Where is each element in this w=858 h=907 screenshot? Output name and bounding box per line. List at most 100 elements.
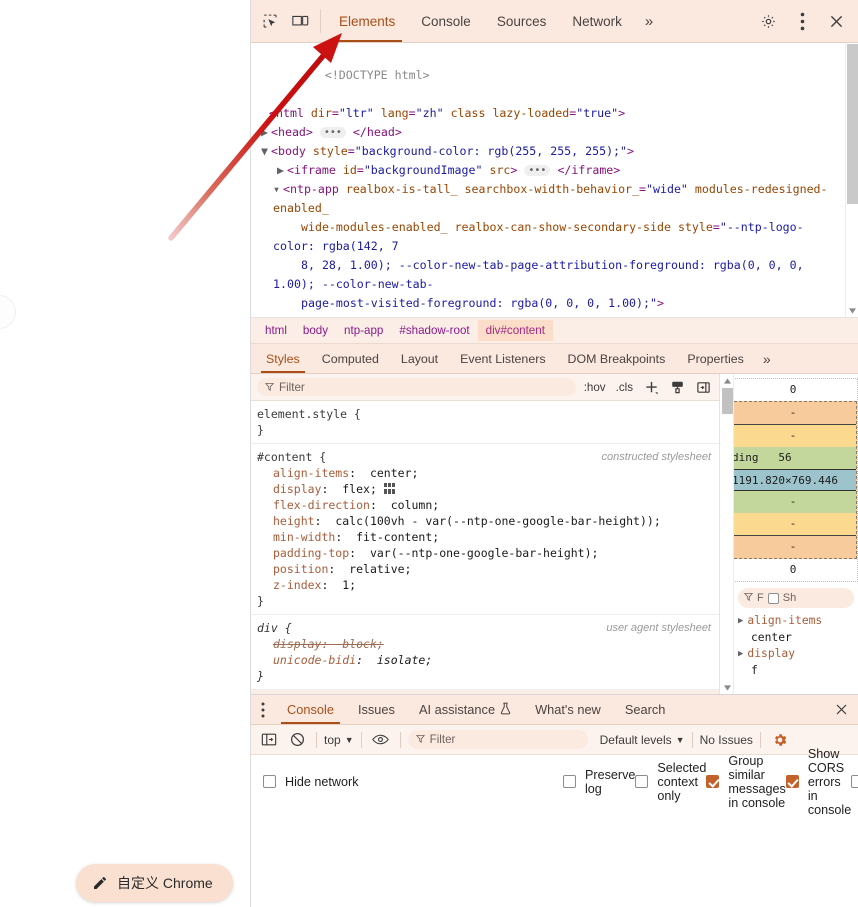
box-model-content[interactable]: ding 56 1191.820×769.446 -: [734, 447, 856, 513]
expand-triangle-icon[interactable]: ▶: [261, 123, 271, 142]
console-levels-selector[interactable]: Default levels ▼: [600, 733, 685, 747]
live-expression-icon[interactable]: [369, 729, 393, 751]
setting-selected-context-only[interactable]: Selected context only: [635, 767, 706, 796]
more-options-icon[interactable]: [786, 12, 818, 31]
setting-preserve-log[interactable]: Preserve log: [563, 767, 635, 796]
dom-line-html[interactable]: <html dir="ltr" lang="zh" class lazy-loa…: [251, 104, 845, 123]
customize-chrome-button[interactable]: 自定义 Chrome: [76, 864, 233, 902]
declaration-value[interactable]: var(--ntp-one-google-bar-height);: [370, 546, 598, 560]
show-all-checkbox[interactable]: [768, 593, 779, 604]
checkbox-hide-network[interactable]: [263, 775, 276, 788]
tab-styles[interactable]: Styles: [255, 344, 311, 373]
box-model[interactable]: 0 - - ding 56 1191.820×769.446 -: [734, 378, 858, 582]
expand-triangle-icon[interactable]: ▶: [738, 614, 743, 629]
rule-div-user-agent[interactable]: user agent stylesheet div { display: blo…: [251, 615, 719, 690]
checkbox-show-cors-errors[interactable]: [786, 775, 799, 788]
declaration-value[interactable]: column;: [391, 498, 439, 512]
flex-editor-icon[interactable]: [384, 483, 395, 494]
padding-top-hint[interactable]: -: [734, 425, 856, 447]
element-classes-icon[interactable]: [667, 380, 687, 395]
device-toolbar-icon[interactable]: [285, 0, 315, 42]
collapse-triangle-icon[interactable]: ▼: [261, 142, 271, 161]
box-model-margin[interactable]: 0 - - ding 56 1191.820×769.446 -: [734, 378, 858, 582]
styles-scrollbar[interactable]: [720, 374, 734, 694]
declaration-value[interactable]: flex;: [342, 482, 377, 496]
border-top-value[interactable]: -: [734, 402, 856, 424]
rule-selector-element-style[interactable]: element.style {: [257, 406, 711, 422]
breadcrumb-item-html[interactable]: html: [257, 320, 295, 341]
console-filter-input[interactable]: Filter: [408, 730, 588, 749]
declaration-min-width[interactable]: min-width: fit-content;: [257, 529, 711, 545]
checkbox-group-similar-messages[interactable]: [706, 775, 719, 788]
tab-properties[interactable]: Properties: [676, 344, 754, 373]
declaration-value[interactable]: isolate;: [377, 653, 432, 667]
hov-button[interactable]: :hov: [582, 381, 608, 394]
computed-properties-list[interactable]: ▶ align-items center ▶ display f: [734, 610, 858, 677]
drawer-tab-ai-assistance[interactable]: AI assistance: [407, 695, 523, 724]
dom-line-head[interactable]: ▶<head> ••• </head>: [251, 123, 845, 142]
collapse-triangle-icon[interactable]: ▼: [295, 313, 305, 317]
drawer-tab-search[interactable]: Search: [613, 695, 678, 724]
toggle-sidebar-icon[interactable]: [693, 380, 713, 395]
scroll-down-arrow-icon[interactable]: [720, 681, 734, 694]
margin-bottom-value[interactable]: 0: [734, 559, 857, 581]
dom-line-body[interactable]: ▼<body style="background-color: rgb(255,…: [251, 142, 845, 161]
declaration-value[interactable]: 1;: [342, 578, 356, 592]
dom-line-iframe[interactable]: ▶<iframe id="backgroundImage" src> ••• <…: [251, 161, 845, 180]
box-model-padding[interactable]: - ding 56 1191.820×769.446 - -: [734, 424, 856, 536]
computed-prop-display[interactable]: ▶ display f: [738, 647, 858, 677]
tab-elements[interactable]: Elements: [326, 0, 408, 42]
box-model-border[interactable]: - - ding 56 1191.820×769.446 - -: [734, 401, 857, 559]
styles-more-tabs-icon[interactable]: »: [755, 344, 779, 373]
declaration-value[interactable]: calc(100vh - var(--ntp-one-google-bar-he…: [335, 514, 660, 528]
checkbox-selected-context-only[interactable]: [635, 775, 648, 788]
declaration-value[interactable]: relative;: [349, 562, 411, 576]
tab-network[interactable]: Network: [559, 0, 635, 42]
declaration-height[interactable]: height: calc(100vh - var(--ntp-one-googl…: [257, 513, 711, 529]
expand-triangle-icon[interactable]: ▶: [738, 647, 743, 662]
tab-layout[interactable]: Layout: [390, 344, 449, 373]
tab-sources[interactable]: Sources: [484, 0, 560, 42]
more-tabs-icon[interactable]: »: [635, 0, 663, 42]
drawer-more-options-icon[interactable]: [251, 695, 275, 724]
cls-button[interactable]: .cls: [614, 381, 635, 394]
collapsed-content-icon[interactable]: •••: [524, 165, 550, 176]
css-rules-list[interactable]: element.style { } constructed stylesheet…: [251, 401, 719, 694]
box-model-diagram[interactable]: 0 - - ding 56 1191.820×769.446 -: [734, 374, 858, 582]
declaration-flex-direction[interactable]: flex-direction: column;: [257, 497, 711, 513]
declaration-display-overridden[interactable]: display: block;: [257, 636, 711, 652]
dom-line-shadow-root[interactable]: ▼#shadow-root (open): [251, 313, 845, 317]
margin-top-value[interactable]: 0: [734, 379, 857, 401]
content-size-value[interactable]: 1191.820×769.446: [734, 469, 856, 491]
clear-console-icon[interactable]: [285, 729, 309, 751]
console-issues-status[interactable]: No Issues: [700, 733, 753, 747]
tab-console[interactable]: Console: [408, 0, 484, 42]
collapse-triangle-icon[interactable]: ▾: [273, 180, 283, 199]
gear-icon[interactable]: [752, 13, 784, 30]
drawer-tab-whats-new[interactable]: What's new: [523, 695, 613, 724]
collapsed-content-icon[interactable]: •••: [320, 127, 346, 138]
setting-hide-network[interactable]: Hide network: [263, 767, 563, 796]
declaration-position[interactable]: position: relative;: [257, 561, 711, 577]
checkbox-preserve-log[interactable]: [563, 775, 576, 788]
scroll-up-arrow-icon[interactable]: [720, 374, 734, 387]
dom-tree[interactable]: <!DOCTYPE html> <html dir="ltr" lang="zh…: [251, 43, 845, 317]
content-bottom-row[interactable]: -: [734, 491, 856, 513]
console-settings-gear-icon[interactable]: [768, 729, 792, 751]
window-scrollbar[interactable]: [847, 44, 858, 907]
declaration-value[interactable]: center;: [370, 466, 418, 480]
dom-line-ntp-app[interactable]: ▾<ntp-app realbox-is-tall_ searchbox-wid…: [251, 180, 845, 313]
styles-scroll-thumb[interactable]: [722, 388, 733, 414]
declaration-value[interactable]: fit-content;: [356, 530, 439, 544]
computed-prop-align-items[interactable]: ▶ align-items center: [738, 614, 858, 644]
close-icon[interactable]: [820, 13, 852, 30]
dom-tree-panel[interactable]: <!DOCTYPE html> <html dir="ltr" lang="zh…: [251, 43, 858, 318]
padding-bottom-value[interactable]: -: [734, 513, 856, 535]
inspect-element-icon[interactable]: [255, 0, 285, 42]
breadcrumb-item-div-content[interactable]: div#content: [478, 320, 553, 341]
tab-dom-breakpoints[interactable]: DOM Breakpoints: [557, 344, 677, 373]
tab-event-listeners[interactable]: Event Listeners: [449, 344, 556, 373]
declaration-unicode-bidi[interactable]: unicode-bidi: isolate;: [257, 652, 711, 668]
breadcrumb-item-ntp-app[interactable]: ntp-app: [336, 320, 391, 341]
styles-filter-input[interactable]: Filter: [257, 378, 576, 396]
